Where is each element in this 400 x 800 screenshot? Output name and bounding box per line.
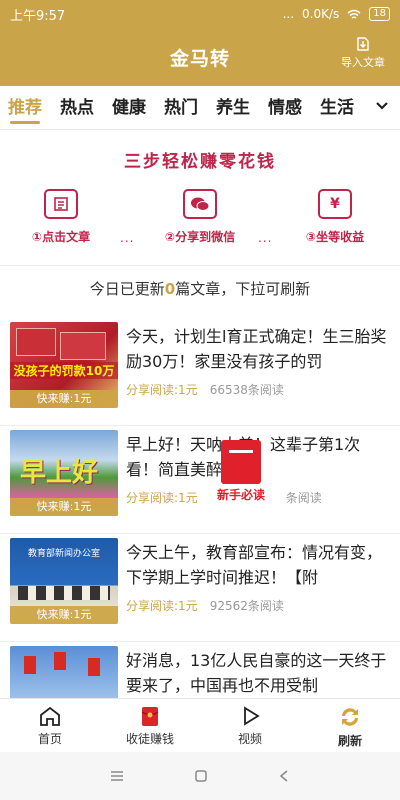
list-item[interactable]: 教育部新闻办公室 快来赚:1元 今天上午，教育部宣布：情况有变，下学期上学时间推…	[0, 534, 400, 642]
nav-recruit[interactable]: 收徒赚钱	[100, 699, 200, 752]
menu-icon[interactable]	[110, 770, 124, 782]
red-envelope-icon	[141, 707, 159, 726]
newbie-label: 新手必读	[216, 488, 265, 502]
step-wait-earnings: ¥ ③坐等收益	[280, 189, 390, 245]
import-icon	[357, 37, 369, 51]
step-share-wechat: ②分享到微信	[145, 189, 255, 245]
step-dots: ...	[120, 231, 135, 245]
refresh-note: 今日已更新0篇文章，下拉可刷新	[89, 280, 311, 298]
tab-recommend[interactable]: 推荐	[8, 86, 42, 130]
step-dots: ...	[258, 231, 273, 245]
status-dots: ...	[282, 7, 295, 21]
nav-home[interactable]: 首页	[0, 699, 100, 752]
app-header: 金马转 导入文章	[0, 28, 400, 86]
earn-badge: 快来赚:1元	[10, 390, 118, 408]
wifi-icon	[347, 9, 361, 19]
newbie-guide-button[interactable]: 新手必读	[210, 440, 272, 508]
step-label: ③坐等收益	[305, 230, 365, 244]
back-icon[interactable]	[278, 769, 290, 783]
yen-icon: ¥	[318, 189, 352, 219]
status-bar: 上午9:57 ... 0.0K/s 18	[0, 0, 400, 28]
article-title: 今天，计划生l育正式确定！生三胎奖励30万！家里没有孩子的罚	[126, 327, 387, 371]
update-count: 0	[164, 280, 176, 298]
tab-popular[interactable]: 热门	[164, 86, 198, 130]
share-reward: 分享阅读:1元	[126, 599, 198, 613]
home-icon	[40, 706, 60, 726]
read-count: 条阅读	[285, 491, 322, 505]
tab-health[interactable]: 健康	[112, 86, 146, 130]
refresh-icon	[342, 708, 358, 726]
import-label: 导入文章	[341, 56, 385, 69]
tab-life[interactable]: 生活	[320, 86, 354, 130]
import-article-button[interactable]: 导入文章	[336, 36, 390, 70]
tab-wellness[interactable]: 养生	[216, 86, 250, 130]
chevron-down-icon[interactable]	[374, 98, 390, 114]
article-thumbnail: 早上好 快来赚:1元	[10, 430, 118, 516]
article-title: 今天上午，教育部宣布：情况有变，下学期上学时间推迟！【附	[126, 543, 383, 587]
system-navigation-bar	[0, 752, 400, 800]
list-item[interactable]: 早上好 快来赚:1元 早上好！天呐太美！这辈子第1次看！简直美醉！ 分享阅读:1…	[0, 426, 400, 534]
play-icon	[244, 706, 260, 726]
category-tabs: 推荐 热点 健康 热门 养生 情感 生活	[0, 86, 400, 130]
status-time: 上午9:57	[10, 8, 66, 24]
tab-emotion[interactable]: 情感	[268, 86, 302, 130]
share-reward: 分享阅读:1元	[126, 383, 198, 397]
step-label: ②分享到微信	[164, 230, 236, 244]
promo-title: 三步轻松赚零花钱	[124, 152, 276, 172]
thumbnail-caption: 教育部新闻办公室	[27, 549, 100, 559]
thumbnail-caption: 早上好	[20, 458, 99, 488]
tab-hot[interactable]: 热点	[60, 86, 94, 130]
article-title: 好消息，13亿人民自豪的这一天终于要来了，中国再也不用受制	[126, 651, 387, 695]
list-item[interactable]: 没孩子的罚款10万 快来赚:1元 今天，计划生l育正式确定！生三胎奖励30万！家…	[0, 318, 400, 426]
article-thumbnail: 没孩子的罚款10万 快来赚:1元	[10, 322, 118, 408]
network-speed: 0.0K/s	[302, 7, 340, 21]
book-icon	[221, 440, 261, 484]
step-label: ①点击文章	[31, 230, 91, 244]
earn-badge: 快来赚:1元	[10, 498, 118, 516]
article-icon	[44, 189, 78, 219]
bottom-nav: 首页 收徒赚钱 视频 刷新	[0, 698, 400, 752]
article-thumbnail: 教育部新闻办公室 快来赚:1元	[10, 538, 118, 624]
step-click-article: ①点击文章	[6, 189, 116, 245]
earn-badge: 快来赚:1元	[10, 606, 118, 624]
promo-banner[interactable]: 三步轻松赚零花钱 ①点击文章 ... ②分享到微信 ... ¥ ③坐等收益	[0, 131, 400, 266]
thumbnail-caption: 没孩子的罚款10万	[10, 362, 118, 379]
home-square-icon[interactable]	[194, 769, 208, 783]
read-count: 66538条阅读	[209, 383, 284, 397]
wechat-icon	[183, 189, 217, 219]
nav-refresh[interactable]: 刷新	[300, 699, 400, 752]
read-count: 92562条阅读	[209, 599, 284, 613]
share-reward: 分享阅读:1元	[126, 491, 198, 505]
nav-video[interactable]: 视频	[200, 699, 300, 752]
battery-indicator: 18	[369, 7, 390, 21]
